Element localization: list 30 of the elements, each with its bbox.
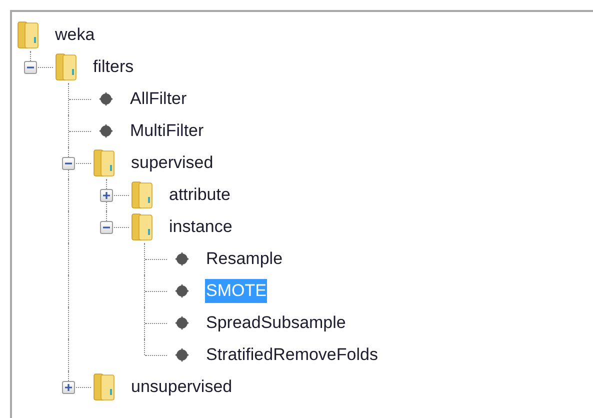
bullet-icon <box>175 348 189 362</box>
folder-icon <box>55 53 77 81</box>
folder-icon <box>93 149 115 177</box>
tree-item[interactable]: SpreadSubsample <box>205 311 347 335</box>
expand-toggle[interactable] <box>62 381 75 394</box>
collapse-toggle[interactable] <box>24 61 37 74</box>
tree-item[interactable]: Resample <box>205 247 284 271</box>
tree-item[interactable]: StratifiedRemoveFolds <box>205 343 379 367</box>
bullet-icon <box>99 92 113 106</box>
tree-item[interactable]: supervised <box>130 151 214 175</box>
expand-toggle[interactable] <box>100 189 113 202</box>
folder-icon <box>131 181 153 209</box>
bullet-icon <box>175 284 189 298</box>
folder-icon <box>131 213 153 241</box>
folder-icon <box>93 373 115 401</box>
tree-item[interactable]: attribute <box>168 183 232 207</box>
plus-icon <box>102 191 111 200</box>
collapse-toggle[interactable] <box>100 221 113 234</box>
folder-icon <box>17 21 39 49</box>
collapse-toggle[interactable] <box>62 157 75 170</box>
bullet-icon <box>175 316 189 330</box>
tree-item[interactable]: instance <box>168 215 234 239</box>
tree-item[interactable]: weka <box>54 23 96 47</box>
bullet-icon <box>99 124 113 138</box>
bullet-icon <box>175 252 189 266</box>
tree-item[interactable]: MultiFilter <box>129 119 205 143</box>
plus-icon <box>64 383 73 392</box>
tree-item[interactable]: AllFilter <box>129 87 188 111</box>
tree-item[interactable]: filters <box>92 55 135 79</box>
tree-item[interactable]: unsupervised <box>130 375 234 399</box>
